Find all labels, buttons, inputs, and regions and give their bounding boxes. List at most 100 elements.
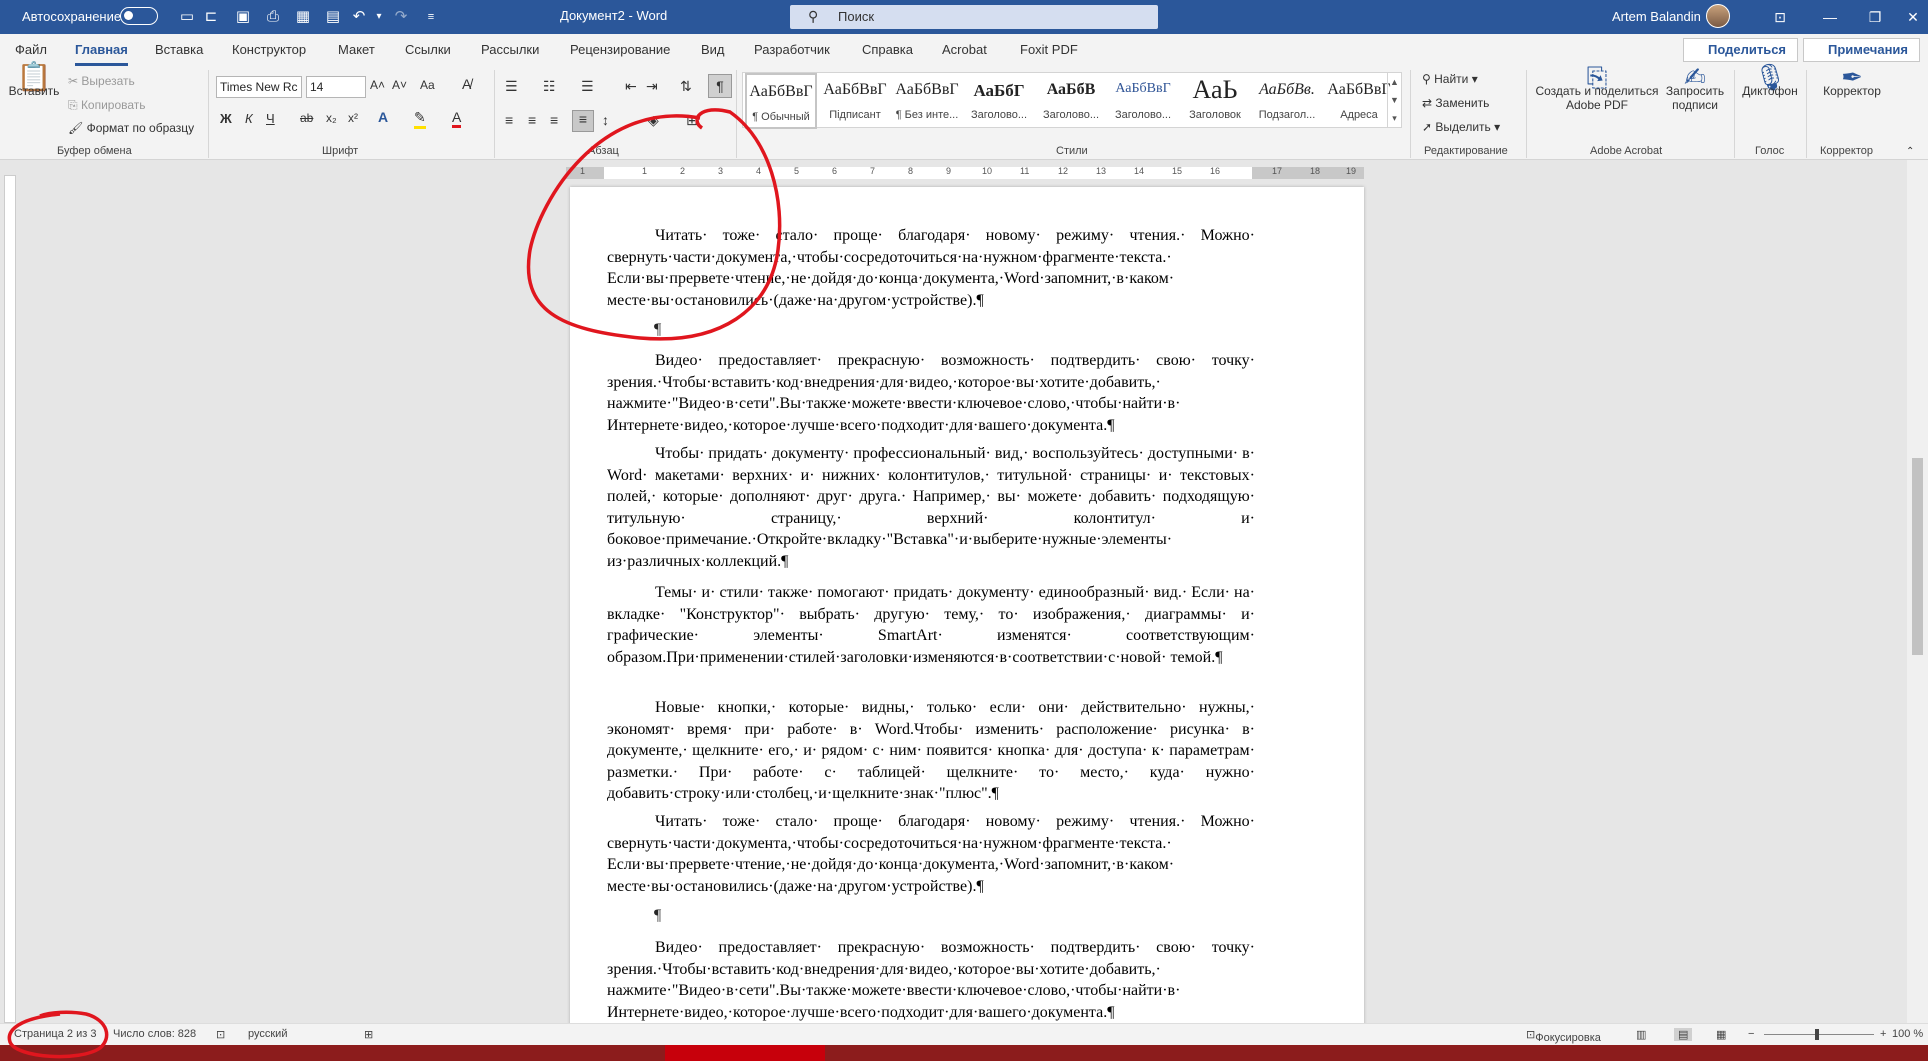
taskbar-active-item[interactable] — [665, 1045, 825, 1061]
tab-design[interactable]: Конструктор — [232, 42, 306, 57]
paragraph[interactable]: Видео· предоставляет· прекрасную· возмож… — [607, 937, 1255, 1023]
tab-developer[interactable]: Разработчик — [754, 42, 830, 57]
bold-button[interactable]: Ж — [220, 111, 232, 126]
paragraph[interactable]: Читать· тоже· стало· проще· благодаря· н… — [607, 811, 1255, 897]
style-heading2[interactable]: АаБбВ Заголово... — [1035, 73, 1107, 129]
collapse-ribbon-icon[interactable]: ⌃ — [1906, 146, 1914, 157]
tab-mailings[interactable]: Рассылки — [481, 42, 539, 57]
minimize-icon[interactable]: — — [1815, 6, 1845, 28]
style-normal[interactable]: АаБбВвГ ¶ Обычный — [745, 73, 817, 129]
print-layout-icon[interactable]: ▤ — [1674, 1028, 1693, 1041]
style-address[interactable]: АаБбВвГ Адреса — [1323, 73, 1395, 129]
web-layout-icon[interactable]: ▦ — [1716, 1028, 1726, 1041]
replace-button[interactable]: ⇄ Заменить — [1422, 96, 1489, 110]
search-box[interactable]: ⚲ Поиск — [790, 5, 1158, 29]
cut-button[interactable]: ✂ Вырезать — [68, 74, 135, 88]
language[interactable]: русский — [248, 1028, 287, 1040]
style-no-spacing[interactable]: АаБбВвГ ¶ Без инте... — [891, 73, 963, 129]
shrink-font-button[interactable]: A˅ — [392, 78, 407, 92]
style-subtitle[interactable]: АаБбВв. Подзагол... — [1251, 73, 1323, 129]
share-button[interactable]: Поделиться — [1683, 38, 1798, 62]
style-heading3[interactable]: АаБбВвГ Заголово... — [1107, 73, 1179, 129]
paragraph[interactable]: Читать· тоже· стало· проще· благодаря· н… — [607, 225, 1255, 311]
underline-button[interactable]: Ч — [266, 111, 275, 126]
zoom-slider[interactable] — [1764, 1034, 1874, 1035]
ribbon-display-icon[interactable]: ⊡ — [1765, 6, 1795, 28]
dictate-button[interactable]: 🎙 Диктофон — [1740, 64, 1800, 98]
paragraph[interactable]: Чтобы· придать· документу· профессиональ… — [607, 443, 1255, 572]
restore-icon[interactable]: ❐ — [1860, 6, 1890, 28]
avatar[interactable] — [1706, 4, 1730, 28]
strikethrough-button[interactable]: ab — [300, 111, 313, 125]
find-button[interactable]: ⚲ Найти ▾ — [1422, 72, 1478, 86]
focus-button[interactable]: ⊡ Фокусировка — [1526, 1028, 1601, 1044]
text-effects-icon[interactable]: A — [378, 109, 388, 125]
paragraph[interactable]: Новые· кнопки,· которые· видны,· только·… — [607, 697, 1255, 805]
paragraph[interactable]: Темы· и· стили· также· помогают· придать… — [607, 582, 1255, 668]
page-counter[interactable]: Страница 2 из 3 — [14, 1028, 96, 1040]
save-icon[interactable]: ▣ — [232, 6, 254, 28]
superscript-button[interactable]: x² — [348, 111, 358, 125]
shading-icon[interactable]: ◈ — [648, 112, 659, 129]
spelling-icon[interactable]: ▦ — [292, 6, 314, 28]
empty-paragraph-mark[interactable]: ¶ — [654, 321, 661, 339]
borders-icon[interactable]: ⊞ — [686, 112, 698, 129]
undo-dropdown-icon[interactable]: ▾ — [368, 6, 390, 28]
vertical-ruler[interactable] — [4, 175, 16, 1023]
paragraph[interactable]: Видео· предоставляет· прекрасную· возмож… — [607, 350, 1255, 436]
select-button[interactable]: ➚ Выделить ▾ — [1422, 120, 1500, 134]
line-spacing-icon[interactable]: ↕ — [602, 112, 609, 128]
word-count[interactable]: Число слов: 828 — [113, 1028, 196, 1040]
zoom-level[interactable]: 100 % — [1892, 1028, 1923, 1040]
vertical-scrollbar[interactable] — [1907, 160, 1928, 1024]
empty-paragraph-mark[interactable]: ¶ — [654, 907, 661, 925]
style-signer[interactable]: АаБбВвГ Підписант — [819, 73, 891, 129]
highlight-icon[interactable]: ✎ — [414, 109, 426, 129]
customize-qat-icon[interactable]: ≡ — [420, 6, 442, 28]
align-right-icon[interactable]: ≡ — [550, 112, 558, 128]
style-heading1[interactable]: АаБбГ Заголово... — [963, 73, 1035, 129]
proofing-icon[interactable]: ⊡ — [216, 1028, 225, 1041]
document-page[interactable]: Читать· тоже· стало· проще· благодаря· н… — [570, 187, 1364, 1025]
styles-scroll[interactable]: ▲ ▼ ▾ — [1387, 73, 1401, 127]
new-document-icon[interactable]: ▭ — [176, 6, 198, 28]
copy-button[interactable]: ⎘ Копировать — [68, 98, 146, 113]
document-icon[interactable]: ▤ — [322, 6, 344, 28]
tab-help[interactable]: Справка — [862, 42, 913, 57]
read-mode-icon[interactable]: ▥ — [1636, 1028, 1646, 1041]
scrollbar-thumb[interactable] — [1912, 458, 1923, 655]
open-folder-icon[interactable]: ⊏ — [200, 6, 222, 28]
numbering-icon[interactable]: ☷ — [543, 78, 556, 95]
corrector-button[interactable]: ✒ Корректор — [1812, 64, 1892, 98]
bullets-icon[interactable]: ☰ — [505, 78, 518, 95]
tab-references[interactable]: Ссылки — [405, 42, 451, 57]
zoom-in-button[interactable]: + — [1880, 1028, 1886, 1040]
justify-icon[interactable]: ≡ — [572, 110, 594, 132]
horizontal-ruler[interactable]: 1 1 2 3 4 5 6 7 8 9 10 11 12 13 14 15 16… — [566, 166, 1364, 179]
tab-insert[interactable]: Вставка — [155, 42, 203, 57]
zoom-thumb[interactable] — [1815, 1029, 1819, 1040]
user-name[interactable]: Artem Balandin — [1612, 9, 1701, 24]
create-pdf-button[interactable]: ⎘ Создать и поделиться Adobe PDF — [1534, 64, 1660, 112]
tab-layout[interactable]: Макет — [338, 42, 375, 57]
decrease-indent-icon[interactable]: ⇤ — [625, 78, 637, 95]
paste-button[interactable]: 📋 Вставить — [8, 63, 60, 140]
format-painter-button[interactable]: 🖌 Формат по образцу — [68, 121, 194, 135]
clear-formatting-icon[interactable]: A̸ — [462, 76, 471, 92]
tab-acrobat[interactable]: Acrobat — [942, 42, 987, 57]
autosave-toggle[interactable] — [120, 7, 158, 25]
sort-icon[interactable]: ⇅ — [680, 78, 692, 95]
align-left-icon[interactable]: ≡ — [505, 112, 513, 128]
tab-view[interactable]: Вид — [701, 42, 725, 57]
italic-button[interactable]: К — [245, 111, 253, 126]
redo-icon[interactable]: ↷ — [390, 6, 412, 28]
align-center-icon[interactable]: ≡ — [528, 112, 536, 128]
tab-file[interactable]: Файл — [15, 42, 47, 57]
font-size-select[interactable]: 14 — [306, 76, 366, 98]
undo-icon[interactable]: ↶ — [348, 6, 370, 28]
accessibility-icon[interactable]: ⊞ — [364, 1028, 373, 1041]
font-name-select[interactable]: Times New Rc — [216, 76, 302, 98]
comments-button[interactable]: Примечания — [1803, 38, 1920, 62]
tab-review[interactable]: Рецензирование — [570, 42, 670, 57]
tab-home[interactable]: Главная — [75, 42, 128, 66]
